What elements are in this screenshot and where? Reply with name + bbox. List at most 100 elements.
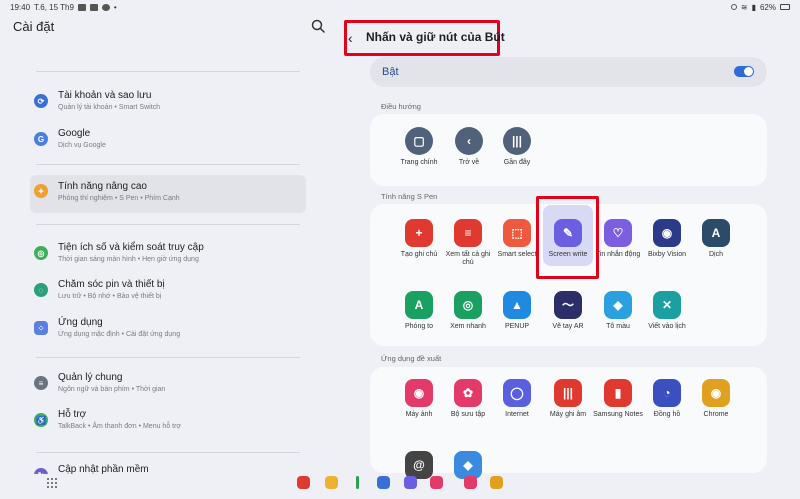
sidebar-item-subtitle: Quản lý tài khoản • Smart Switch [58,104,161,111]
app-option-label: Phóng to [404,323,434,330]
back-button[interactable]: ‹ [348,31,360,45]
my-files-taskbar-icon[interactable] [325,476,338,489]
app-option-label: Viết vào lịch [648,323,686,330]
app-option-camera[interactable]: ◉ Máy ảnh [393,379,445,419]
app-option-samsung-notes[interactable]: ▮ Samsung Notes [592,379,644,419]
sidebar-item-title: Tiện ích số và kiểm soát truy cập [58,242,204,253]
divider [36,357,300,358]
recents-icon: ||| [503,127,531,155]
app-option-write-calendar[interactable]: ✕ Viết vào lịch [641,291,693,331]
voice-recorder-icon: ||| [554,379,582,407]
samsung-notes-taskbar-icon[interactable] [297,476,310,489]
search-icon[interactable] [310,18,326,34]
sidebar-item-google[interactable]: G Google Dịch vụ Google [30,126,306,162]
chrome-icon: ◉ [702,379,730,407]
app-option-translate[interactable]: A Dịch [690,219,742,259]
sidebar-item-accounts-backup[interactable]: ⟳ Tài khoản và sao lưu Quản lý tài khoản… [30,88,306,124]
accessibility-icon: ♿ [34,413,48,427]
app-option-voice-recorder[interactable]: ||| Máy ghi âm [542,379,594,419]
glance-icon: ◎ [454,291,482,319]
sidebar-item-title: Hỗ trợ [58,409,87,420]
live-message-icon: ♡ [604,219,632,247]
sidebar-item-battery-device-care[interactable]: ◌ Chăm sóc pin và thiết bị Lưu trữ • Bộ … [30,277,306,313]
divider [36,224,300,225]
photo-notification-icon [89,3,98,11]
app-option-label: Tin nhắn động [595,251,641,258]
status-time: 19:40 [10,2,31,12]
app-option-label: Bixby Vision [647,251,686,258]
section-label-navigation: Điều hướng [381,102,421,111]
section-label-suggested-apps: Ứng dụng đề xuất [381,354,442,363]
divider [36,71,300,72]
app-option-live-message[interactable]: ♡ Tin nhắn động [592,219,644,259]
app-option-label: Trang chính [400,159,438,166]
internet-icon: ◯ [503,379,531,407]
sidebar-item-subtitle: Dịch vụ Google [58,142,106,149]
messages-taskbar-icon[interactable] [377,476,390,489]
write-calendar-icon: ✕ [653,291,681,319]
sidebar-item-apps[interactable]: ⁘ Ứng dụng Ứng dụng mặc định • Cài đặt ứ… [30,315,306,351]
chrome-taskbar-icon[interactable] [490,476,503,489]
penup-icon: ▲ [503,291,531,319]
sidebar-item-title: Ứng dụng [58,317,103,328]
create-note-icon: + [405,219,433,247]
section-label-spen-features: Tính năng S Pen [381,192,438,201]
app-option-label: Đồng hồ [653,411,681,418]
sidebar-item-general-management[interactable]: ≡ Quản lý chung Ngôn ngữ và bàn phím • T… [30,370,306,406]
app-option-recents[interactable]: ||| Gần đây [491,127,543,167]
sidebar-item-digital-wellbeing[interactable]: ◎ Tiện ích số và kiểm soát truy cập Thời… [30,240,306,276]
home-icon: ▢ [405,127,433,155]
general-management-icon: ≡ [34,376,48,390]
internet-taskbar-icon[interactable] [404,476,417,489]
app-option-internet[interactable]: ◯ Internet [491,379,543,419]
app-option-label: Xem tất cả ghi chú [445,251,491,267]
app-option-label: PENUP [504,323,530,330]
app-option-view-notes[interactable]: ≡ Xem tất cả ghi chú [442,219,494,268]
sidebar-item-subtitle: Thời gian sáng màn hình • Hẹn giờ ứng dụ… [58,256,199,263]
app-option-label: Máy ghi âm [549,411,587,418]
app-option-label: Tô màu [606,323,630,330]
app-option-ar-doodle[interactable]: 〜 Vẽ tay AR [542,291,594,331]
messenger-notification-icon [101,3,110,11]
sidebar-item-subtitle: Lưu trữ • Bộ nhớ • Bảo vệ thiết bị [58,293,162,300]
sidebar-item-subtitle: Ứng dụng mặc định • Cài đặt ứng dụng [58,331,181,338]
app-option-label: Máy ảnh [405,411,433,418]
app-option-clock[interactable]: ◔ Đồng hồ [641,379,693,419]
app-option-bixby-vision[interactable]: ◉ Bixby Vision [641,219,693,259]
app-option-glance[interactable]: ◎ Xem nhanh [442,291,494,331]
app-option-create-note[interactable]: + Tạo ghi chú [393,219,445,259]
app-option-label: Gần đây [503,159,531,166]
toggle-label: Bật [382,66,399,78]
bixby-vision-icon: ◉ [653,219,681,247]
settings-title: Cài đặt [13,19,55,34]
app-option-magnify[interactable]: A Phóng to [393,291,445,331]
sidebar-item-title: Chăm sóc pin và thiết bị [58,279,165,290]
more-notifications-icon: • [113,2,117,12]
app-option-chrome[interactable]: ◉ Chrome [690,379,742,419]
magnify-icon: A [405,291,433,319]
app-option-penup[interactable]: ▲ PENUP [491,291,543,331]
gallery-taskbar-icon[interactable] [464,476,477,489]
ar-doodle-icon: 〜 [554,291,582,319]
app-option-gallery[interactable]: ✿ Bộ sưu tập [442,379,494,419]
camera-taskbar-icon[interactable] [430,476,443,489]
gear-star-icon: ✦ [34,184,48,198]
app-option-label: Dịch [708,251,723,258]
app-option-back[interactable]: ‹ Trở về [443,127,495,167]
app-option-coloring[interactable]: ◆ Tô màu [592,291,644,331]
phone-taskbar-icon[interactable] [356,476,359,489]
apps-icon: ⁘ [34,321,48,335]
signal-icon: ▮ [751,2,756,12]
smart-select-icon: ⬚ [503,219,531,247]
app-option-label: Internet [505,411,529,418]
wifi-icon: ≋ [740,2,748,12]
sidebar-item-accessibility[interactable]: ♿ Hỗ trợ TalkBack • Âm thanh đơn • Menu … [30,407,306,443]
app-option-label: Tạo ghi chú [400,251,438,258]
google-icon: G [34,132,48,146]
app-option-label: Chrome [703,411,729,418]
app-option-home[interactable]: ▢ Trang chính [393,127,445,167]
sidebar-item-advanced-features[interactable]: ✦ Tính năng nâng cao Phòng thí nghiệm • … [30,175,306,213]
enable-toggle-switch[interactable] [734,66,754,77]
enable-toggle-row[interactable]: Bật [370,57,767,87]
app-drawer-icon[interactable] [47,478,57,488]
